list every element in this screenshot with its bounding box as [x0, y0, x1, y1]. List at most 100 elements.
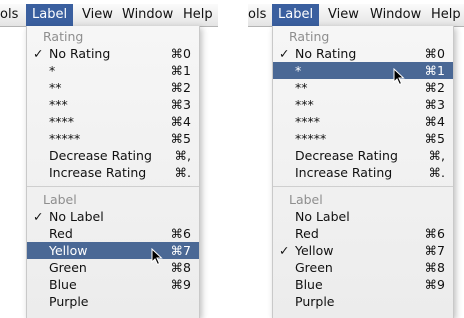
menu-item-label: Blue: [295, 277, 323, 292]
menu-item-rating-4[interactable]: **** ⌘4: [27, 113, 199, 130]
menu-item-label: ***: [49, 97, 68, 112]
menu-item-shortcut: ⌘5: [424, 131, 445, 146]
menu-item-rating-5[interactable]: ***** ⌘5: [273, 130, 453, 147]
menubar-item-help[interactable]: Help: [431, 4, 461, 26]
menu-item-label: No Rating: [49, 46, 111, 61]
menubar-item-window[interactable]: Window: [370, 4, 421, 26]
menubar-item-help[interactable]: Help: [183, 4, 213, 26]
menu-item-no-rating[interactable]: ✓ No Rating ⌘0: [273, 45, 453, 62]
menubar-item-label[interactable]: Label: [26, 4, 74, 26]
menu-section-header: Label: [289, 192, 323, 207]
menu-item-label: Blue: [49, 277, 77, 292]
menu-item-red[interactable]: Red ⌘6: [273, 225, 453, 242]
menu-item-label: *****: [295, 131, 327, 146]
mouse-pointer-icon: [393, 68, 405, 86]
menu-item-decrease-rating[interactable]: Decrease Rating ⌘,: [27, 147, 199, 164]
menu-item-increase-rating[interactable]: Increase Rating ⌘.: [273, 164, 453, 181]
menubar-item-tools[interactable]: ols: [0, 4, 18, 26]
menu-item-shortcut: ⌘6: [170, 226, 191, 241]
menu-item-blue[interactable]: Blue ⌘9: [27, 276, 199, 293]
menu-item-rating-1[interactable]: * ⌘1: [273, 62, 453, 79]
menu-item-shortcut: ⌘9: [170, 277, 191, 292]
menubar-item-tools[interactable]: ols: [248, 4, 266, 26]
menu-item-purple[interactable]: Purple: [27, 293, 199, 310]
menu-item-shortcut: ⌘8: [424, 260, 445, 275]
menu-item-label: **: [295, 80, 308, 95]
menu-item-label: Yellow: [295, 243, 334, 258]
checkmark-icon: ✓: [33, 46, 44, 61]
menu-item-shortcut: ⌘9: [424, 277, 445, 292]
menu-item-shortcut: ⌘8: [170, 260, 191, 275]
checkmark-icon: ✓: [279, 243, 290, 258]
menu-item-label: ****: [295, 114, 320, 129]
menu-item-shortcut: ⌘4: [424, 114, 445, 129]
menu-item-label: Red: [49, 226, 73, 241]
menu-item-shortcut: ⌘1: [424, 63, 445, 78]
menu-item-increase-rating[interactable]: Increase Rating ⌘.: [27, 164, 199, 181]
menu-item-red[interactable]: Red ⌘6: [27, 225, 199, 242]
label-menu: Rating ✓ No Rating ⌘0 * ⌘1 ** ⌘2 *** ⌘3 …: [272, 26, 454, 318]
menu-section-header: Rating: [289, 29, 330, 44]
checkmark-icon: ✓: [33, 209, 44, 224]
menu-item-no-label[interactable]: ✓ No Label: [27, 208, 199, 225]
menu-item-shortcut: ⌘7: [170, 243, 191, 258]
right-screenshot: ols Label View Window Help Rating ✓ No R…: [248, 0, 464, 318]
mouse-pointer-icon: [151, 248, 163, 266]
menu-item-label: *: [49, 63, 56, 78]
menu-bar: ols Label View Window Help: [248, 4, 464, 27]
menu-item-shortcut: ⌘5: [170, 131, 191, 146]
menu-item-rating-2[interactable]: ** ⌘2: [27, 79, 199, 96]
menu-item-label: ***: [295, 97, 314, 112]
menu-item-shortcut: ⌘.: [174, 165, 191, 180]
menu-item-no-label[interactable]: No Label: [273, 208, 453, 225]
menu-item-yellow[interactable]: Yellow ⌘7: [27, 242, 199, 259]
menubar-item-view[interactable]: View: [82, 4, 113, 26]
menu-item-green[interactable]: Green ⌘8: [27, 259, 199, 276]
menu-section-header: Label: [43, 192, 77, 207]
menubar-item-label[interactable]: Label: [272, 4, 320, 26]
menu-section-header: Rating: [43, 29, 84, 44]
menu-bar: ols Label View Window Help: [0, 4, 218, 27]
menu-item-label: *: [295, 63, 302, 78]
menubar-item-window[interactable]: Window: [122, 4, 173, 26]
menu-item-shortcut: ⌘7: [424, 243, 445, 258]
menu-item-shortcut: ⌘0: [170, 46, 191, 61]
menu-item-label: No Label: [49, 209, 104, 224]
menu-item-rating-4[interactable]: **** ⌘4: [273, 113, 453, 130]
menu-item-label: Decrease Rating: [295, 148, 398, 163]
menu-item-yellow[interactable]: ✓ Yellow ⌘7: [273, 242, 453, 259]
menu-item-shortcut: ⌘2: [424, 80, 445, 95]
menu-item-label: Purple: [49, 294, 89, 309]
menu-item-label: Decrease Rating: [49, 148, 152, 163]
menu-item-shortcut: ⌘,: [174, 148, 191, 163]
menu-item-no-rating[interactable]: ✓ No Rating ⌘0: [27, 45, 199, 62]
menu-item-shortcut: ⌘0: [424, 46, 445, 61]
menu-item-shortcut: ⌘,: [428, 148, 445, 163]
menu-item-shortcut: ⌘1: [170, 63, 191, 78]
menu-item-rating-2[interactable]: ** ⌘2: [273, 79, 453, 96]
menu-item-rating-3[interactable]: *** ⌘3: [273, 96, 453, 113]
menu-item-shortcut: ⌘3: [424, 97, 445, 112]
menu-item-label: Green: [49, 260, 87, 275]
menu-item-rating-1[interactable]: * ⌘1: [27, 62, 199, 79]
menu-item-shortcut: ⌘4: [170, 114, 191, 129]
checkmark-icon: ✓: [279, 46, 290, 61]
menu-item-rating-5[interactable]: ***** ⌘5: [27, 130, 199, 147]
menu-item-green[interactable]: Green ⌘8: [273, 259, 453, 276]
menu-item-label: No Label: [295, 209, 350, 224]
menu-item-label: No Rating: [295, 46, 357, 61]
menu-separator: [273, 186, 453, 187]
menu-item-decrease-rating[interactable]: Decrease Rating ⌘,: [273, 147, 453, 164]
menu-item-rating-3[interactable]: *** ⌘3: [27, 96, 199, 113]
menu-item-purple[interactable]: Purple: [273, 293, 453, 310]
menu-item-label: Yellow: [49, 243, 88, 258]
menu-item-blue[interactable]: Blue ⌘9: [273, 276, 453, 293]
menubar-item-view[interactable]: View: [328, 4, 359, 26]
menu-item-shortcut: ⌘2: [170, 80, 191, 95]
menu-item-label: **: [49, 80, 62, 95]
menu-item-label: *****: [49, 131, 81, 146]
menu-item-label: Purple: [295, 294, 335, 309]
menu-item-shortcut: ⌘3: [170, 97, 191, 112]
menu-item-label: ****: [49, 114, 74, 129]
label-menu: Rating ✓ No Rating ⌘0 * ⌘1 ** ⌘2 *** ⌘3 …: [26, 26, 200, 318]
